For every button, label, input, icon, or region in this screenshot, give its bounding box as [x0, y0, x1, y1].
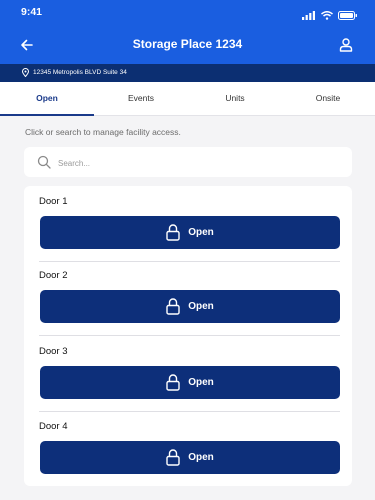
tab-units[interactable]: Units — [188, 82, 282, 115]
tab-onsite[interactable]: Onsite — [281, 82, 375, 115]
instruction-text: Click or search to manage facility acces… — [25, 127, 181, 137]
open-button-label: Open — [188, 301, 214, 312]
search-icon — [37, 155, 51, 174]
door-name: Door 4 — [39, 421, 68, 432]
wifi-icon — [321, 7, 333, 25]
lock-icon — [166, 449, 180, 466]
app-header: Storage Place 1234 — [0, 26, 375, 64]
lock-icon — [166, 298, 180, 315]
location-pin-icon — [21, 68, 30, 79]
lock-icon — [166, 224, 180, 241]
tab-bar: Open Events Units Onsite — [0, 82, 375, 116]
open-door-4-button[interactable]: Open — [40, 441, 340, 474]
tab-open[interactable]: Open — [0, 82, 94, 116]
profile-button[interactable] — [336, 35, 356, 55]
battery-icon — [338, 7, 358, 25]
divider — [39, 335, 340, 336]
status-bar: 9:41 — [0, 0, 375, 26]
facility-address: 12345 Metropolis BLVD Suite 34 — [33, 69, 127, 76]
person-icon — [339, 38, 353, 52]
open-door-3-button[interactable]: Open — [40, 366, 340, 399]
divider — [39, 261, 340, 262]
divider — [39, 411, 340, 412]
search-input[interactable] — [56, 155, 340, 171]
status-icons — [302, 7, 358, 25]
status-time: 9:41 — [21, 6, 43, 18]
signal-icon — [302, 7, 316, 25]
door-name: Door 2 — [39, 270, 68, 281]
open-button-label: Open — [188, 377, 214, 388]
open-door-1-button[interactable]: Open — [40, 216, 340, 249]
door-name: Door 3 — [39, 346, 68, 357]
door-name: Door 1 — [39, 196, 68, 207]
open-door-2-button[interactable]: Open — [40, 290, 340, 323]
open-button-label: Open — [188, 227, 214, 238]
facility-address-bar: 12345 Metropolis BLVD Suite 34 — [0, 64, 375, 82]
door-list: Door 1 Open Door 2 Open Door 3 Open Door… — [24, 186, 352, 486]
page-title: Storage Place 1234 — [132, 37, 243, 51]
search-box — [24, 147, 352, 177]
lock-icon — [166, 374, 180, 391]
tab-events[interactable]: Events — [94, 82, 188, 115]
open-button-label: Open — [188, 452, 214, 463]
